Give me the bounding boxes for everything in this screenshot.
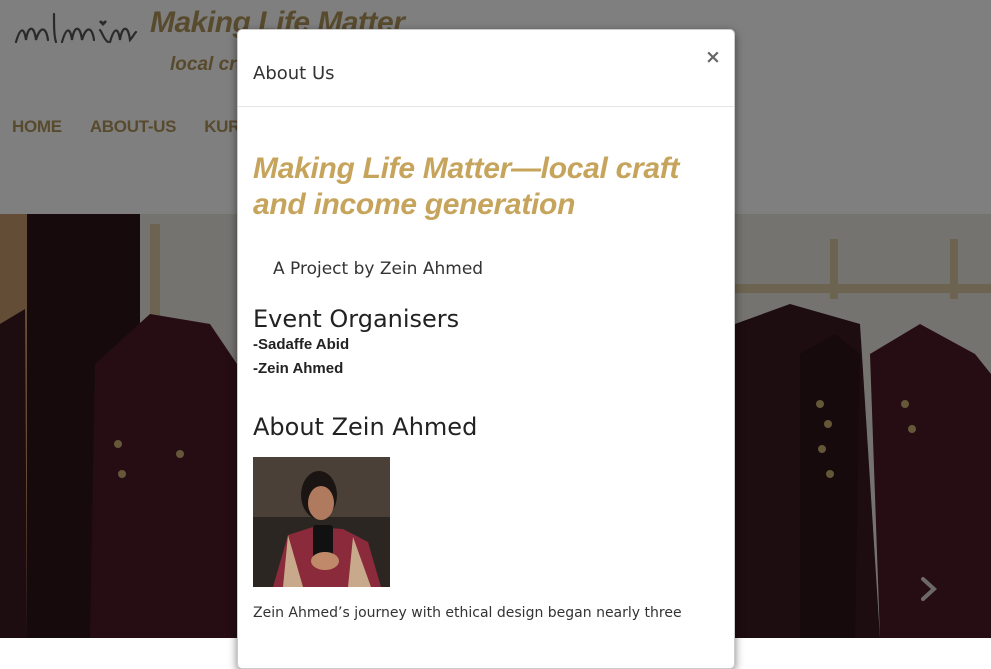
close-icon[interactable]: × [705,47,721,67]
project-byline: A Project by Zein Ahmed [273,259,484,279]
bio-text: Zein Ahmed’s journey with ethical design… [253,605,682,621]
modal-body: Making Life Matter—local craft and incom… [238,151,734,621]
profile-photo [253,457,390,587]
about-heading: About Zein Ahmed [253,413,478,441]
project-heading: Making Life Matter—local craft and incom… [253,152,680,221]
modal-title: About Us [253,63,335,84]
organiser-item: -Zein Ahmed [253,360,344,377]
organisers-heading: Event Organisers [253,305,460,333]
organiser-item: -Sadaffe Abid [253,336,350,353]
about-us-modal: About Us × Making Life Matter—local craf… [237,29,735,669]
modal-header: About Us × [238,30,734,107]
